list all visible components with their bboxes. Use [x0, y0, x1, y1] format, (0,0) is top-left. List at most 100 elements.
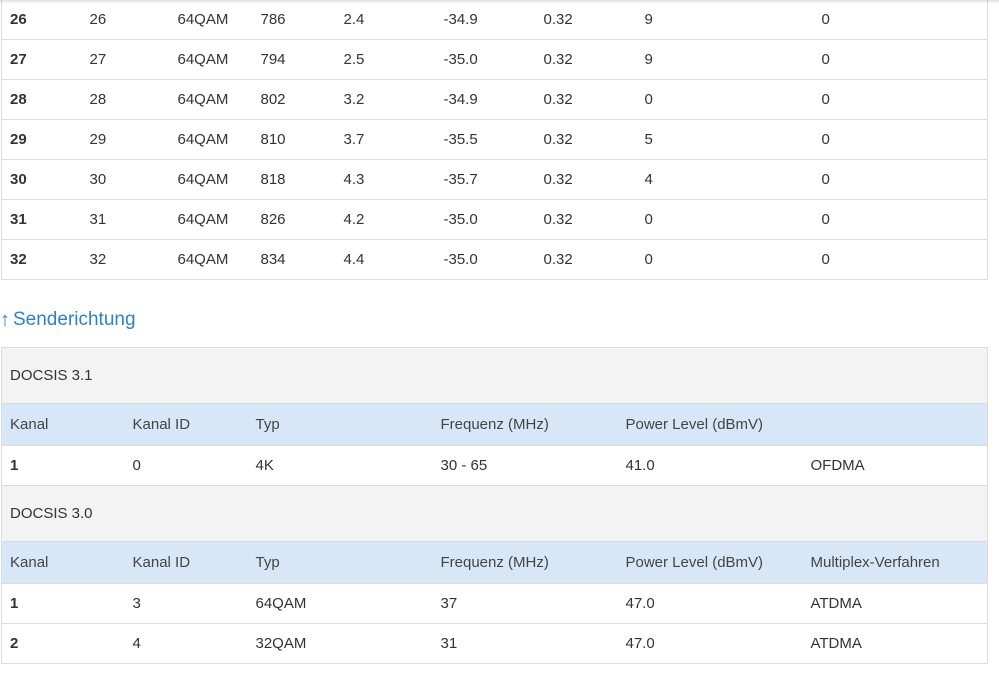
table-cell: 30: [89, 170, 107, 188]
table-cell: 31: [10, 210, 27, 228]
table-cell: 1: [10, 595, 19, 612]
table-cell: -34.9: [443, 90, 478, 108]
downstream-channel-table: 26 26 64QAM 786 2.4 -34.9 0.32 9 0 27 27 64QAM 794 2.…: [1, 0, 988, 280]
top-scroll-shadow: [0, 0, 999, 4]
table-cell: 4: [132, 635, 141, 652]
docsis30-title: DOCSIS 3.0: [10, 505, 93, 522]
column-header: Frequenz (MHz): [440, 554, 549, 571]
table-cell: -35.5: [443, 130, 478, 148]
table-cell: 0.32: [543, 10, 573, 28]
table-cell: 2.5: [343, 50, 365, 68]
docsis31-title: DOCSIS 3.1: [10, 367, 93, 384]
table-cell: 810: [260, 130, 286, 148]
table-cell: 794: [260, 50, 286, 68]
table-row: 1 3 64QAM 37 47.0 ATDMA: [1, 583, 988, 624]
table-cell: 27: [10, 50, 27, 68]
table-row: 1 0 4K 30 - 65 41.0 OFDMA: [1, 445, 988, 486]
table-cell: 0.32: [543, 50, 573, 68]
table-cell: 29: [10, 130, 27, 148]
table-row: 2 4 32QAM 31 47.0 ATDMA: [1, 623, 988, 664]
table-cell: 0.32: [543, 130, 573, 148]
table-cell: 818: [260, 170, 286, 188]
table-cell: ATDMA: [810, 635, 862, 652]
column-header: [803, 404, 988, 446]
column-header: Power Level (dBmV): [625, 554, 764, 571]
upstream-section-heading[interactable]: ↑ Senderichtung: [0, 307, 136, 333]
table-cell: 4K: [255, 457, 274, 474]
table-cell: 41.0: [625, 457, 655, 474]
table-cell: 834: [260, 250, 286, 268]
table-cell: 0.32: [543, 210, 573, 228]
column-header: Typ: [255, 416, 280, 433]
docsis31-header-row: Kanal Kanal ID Typ Frequenz (MHz) Power …: [1, 403, 988, 446]
table-cell: 0: [821, 130, 830, 148]
table-cell: 0.32: [543, 90, 573, 108]
table-cell: -35.0: [443, 250, 478, 268]
table-cell: 0: [821, 50, 830, 68]
table-cell: 0.32: [543, 250, 573, 268]
column-header: Kanal ID: [132, 554, 191, 571]
table-cell: 826: [260, 210, 286, 228]
table-cell: 0: [644, 210, 653, 228]
table-row: 30 30 64QAM 818 4.3 -35.7 0.32 4 0: [1, 159, 988, 199]
table-cell: 0: [644, 250, 653, 268]
table-cell: 31: [440, 635, 458, 652]
table-cell: 4.4: [343, 250, 365, 268]
table-row: 29 29 64QAM 810 3.7 -35.5 0.32 5 0: [1, 119, 988, 159]
column-header: Frequenz (MHz): [440, 416, 549, 433]
column-header: Kanal: [10, 416, 49, 433]
column-header: Typ: [255, 554, 280, 571]
table-cell: 4.2: [343, 210, 365, 228]
table-cell: 64QAM: [177, 210, 229, 228]
table-cell: 27: [89, 50, 107, 68]
table-cell: 47.0: [625, 635, 655, 652]
table-cell: 2: [10, 635, 19, 652]
table-cell: 64QAM: [177, 170, 229, 188]
table-cell: 0.32: [543, 170, 573, 188]
table-cell: 9: [644, 10, 653, 28]
table-row: 31 31 64QAM 826 4.2 -35.0 0.32 0 0: [1, 199, 988, 239]
table-cell: 28: [89, 90, 107, 108]
table-cell: 4: [644, 170, 653, 188]
table-cell: 64QAM: [177, 50, 229, 68]
table-row: 32 32 64QAM 834 4.4 -35.0 0.32 0 0: [1, 239, 988, 279]
table-cell: 802: [260, 90, 286, 108]
table-cell: 0: [821, 10, 830, 28]
upstream-channel-table: DOCSIS 3.1 Kanal Kanal ID Typ Frequenz (…: [1, 347, 988, 664]
table-cell: 3.7: [343, 130, 365, 148]
column-header: Kanal ID: [132, 416, 191, 433]
column-header: Multiplex-Verfahren: [810, 554, 940, 571]
column-header: Kanal: [10, 554, 49, 571]
upstream-heading-label: Senderichtung: [13, 309, 136, 330]
table-cell: ATDMA: [810, 595, 862, 612]
table-cell: 31: [89, 210, 107, 228]
table-cell: 30: [10, 170, 27, 188]
table-cell: -35.7: [443, 170, 478, 188]
table-cell: 0: [132, 457, 141, 474]
table-cell: 3.2: [343, 90, 365, 108]
table-cell: 0: [821, 90, 830, 108]
table-cell: 26: [10, 10, 27, 28]
table-cell: 64QAM: [177, 10, 229, 28]
table-cell: 0: [644, 90, 653, 108]
table-row: 27 27 64QAM 794 2.5 -35.0 0.32 9 0: [1, 39, 988, 79]
table-cell: 3: [132, 595, 141, 612]
table-cell: 0: [821, 250, 830, 268]
arrow-up-icon: ↑: [0, 308, 10, 331]
table-cell: 29: [89, 130, 107, 148]
table-cell: 47.0: [625, 595, 655, 612]
table-cell: 1: [10, 457, 19, 474]
table-cell: 0: [821, 210, 830, 228]
column-header: Power Level (dBmV): [625, 416, 764, 433]
table-cell: 32: [89, 250, 107, 268]
table-cell: 28: [10, 90, 27, 108]
docsis30-group-row: DOCSIS 3.0: [1, 485, 988, 542]
table-cell: 5: [644, 130, 653, 148]
table-cell: 26: [89, 10, 107, 28]
table-cell: 4.3: [343, 170, 365, 188]
table-cell: -35.0: [443, 50, 478, 68]
table-cell: -35.0: [443, 210, 478, 228]
table-cell: 37: [440, 595, 458, 612]
table-cell: -34.9: [443, 10, 478, 28]
table-cell: OFDMA: [810, 457, 865, 474]
